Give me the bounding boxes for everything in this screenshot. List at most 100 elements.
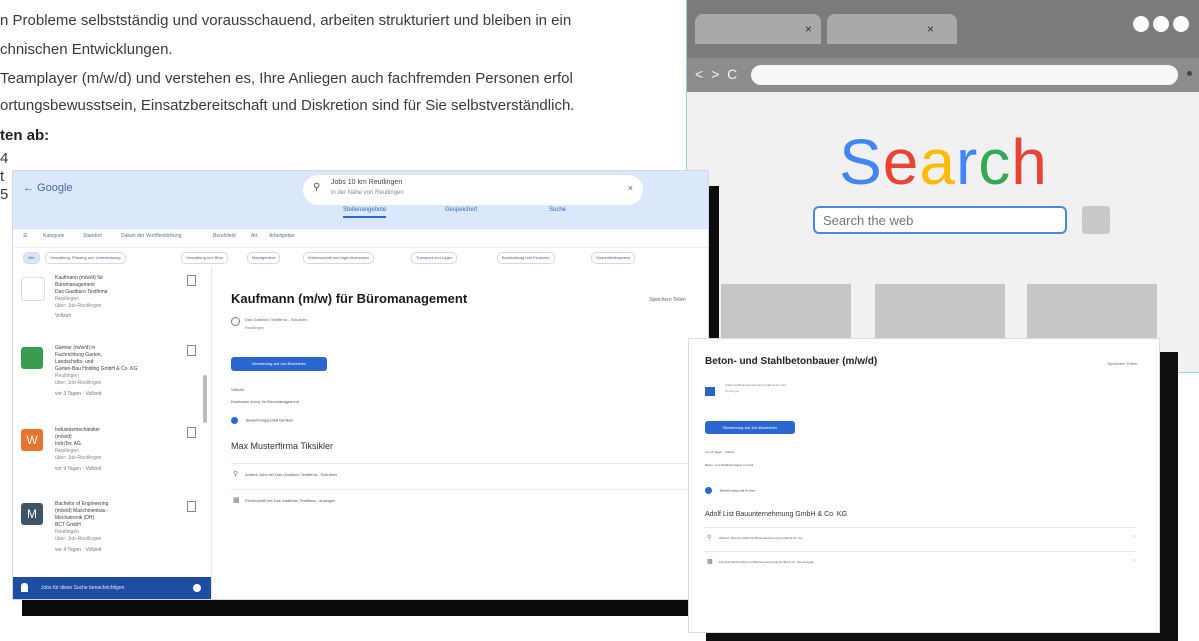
logo-letter: a bbox=[919, 126, 956, 198]
detail-link-label: Weitere Jobs bei Adolf List Bauunternehm… bbox=[719, 536, 803, 540]
company-logo-icon: W bbox=[21, 429, 43, 451]
chevron-right-icon: › bbox=[1133, 558, 1135, 564]
browser-tab[interactable]: × bbox=[827, 14, 957, 44]
web-search-input[interactable] bbox=[815, 208, 1081, 232]
job-card-source: über: Job-Reutlingen bbox=[55, 303, 102, 309]
filter-item[interactable]: Art bbox=[251, 233, 257, 239]
filter-bar: ☰ Kategorie Standort Datum der Veröffent… bbox=[13, 229, 708, 248]
chip[interactable]: Verwaltung und Büro bbox=[181, 252, 229, 264]
browser-window: × × < > C Search bbox=[686, 0, 1199, 373]
category-chips: Alle Verwaltung, Planung und Unterstützu… bbox=[13, 249, 708, 265]
filter-item[interactable]: Arbeitgeber bbox=[269, 233, 295, 239]
list-scrollbar[interactable] bbox=[203, 375, 207, 423]
browser-tab[interactable]: × bbox=[695, 14, 821, 44]
search-button[interactable] bbox=[1082, 206, 1110, 234]
firm-heading: Adolf List Bauunternehmung GmbH & Co. KG bbox=[705, 511, 848, 518]
job-card-title: Mechatronik (DH) bbox=[55, 515, 95, 521]
doc-line: n Probleme selbstständig und vorausschau… bbox=[0, 12, 572, 29]
company-profile-icon: ▩ bbox=[707, 559, 713, 565]
filter-item[interactable]: Standort bbox=[83, 233, 102, 239]
job-title: Beton- und Stahlbetonbauer (m/w/d) bbox=[705, 356, 878, 367]
search-logo: Search bbox=[687, 125, 1199, 199]
search-query: Jobs 10 km Reutlingen bbox=[331, 179, 403, 186]
job-card-title: Kaufmann (m/w/d) für bbox=[55, 275, 104, 281]
chip[interactable]: Gesundheitswesen bbox=[591, 252, 636, 264]
header-link-search[interactable]: Suche bbox=[549, 207, 566, 213]
logo-letter: h bbox=[1011, 126, 1048, 198]
selected-option[interactable]: Bewerbungsportal Denken bbox=[705, 487, 755, 494]
selected-option-label: Bewerbungsportal Denken bbox=[720, 488, 756, 493]
menu-icon[interactable] bbox=[1187, 71, 1192, 76]
alert-toggle[interactable] bbox=[193, 584, 201, 592]
selected-option-label: Bewerbungsportal Denken bbox=[246, 417, 294, 423]
chip[interactable]: Buchhaltung und Finanzen bbox=[497, 252, 555, 264]
job-card[interactable]: Kaufmann (m/w/d) für Büromanagement Das … bbox=[19, 275, 203, 335]
back-link[interactable]: ← Google bbox=[23, 182, 73, 194]
nav-buttons-icon[interactable]: < > C bbox=[695, 66, 739, 82]
selected-option[interactable]: Bewerbungsportal Denken bbox=[231, 417, 293, 424]
chevron-right-icon: › bbox=[1133, 534, 1135, 540]
search-icon: ⚲ bbox=[233, 471, 239, 478]
job-card[interactable]: Gärtner (m/w/d) in Fachrichtung Garten, … bbox=[19, 345, 203, 415]
job-meta: Vollzeit bbox=[231, 387, 244, 392]
filter-item[interactable]: Berufsfeld bbox=[213, 233, 236, 239]
job-card-badge: vor 9 Tagen · Vollzeit bbox=[55, 466, 102, 472]
job-card[interactable]: M Bachelor of Engineering (m/w/d) Maschi… bbox=[19, 501, 203, 571]
bookmark-icon[interactable] bbox=[187, 427, 196, 438]
window-control-icon[interactable] bbox=[1173, 16, 1189, 32]
chip[interactable]: Transport und Lager bbox=[411, 252, 458, 264]
company-profile-icon: ▩ bbox=[233, 497, 240, 504]
window-control-icon[interactable] bbox=[1133, 16, 1149, 32]
filter-item[interactable]: Datum der Veröffentlichung bbox=[121, 233, 182, 239]
doc-line: chnischen Entwicklungen. bbox=[0, 41, 173, 58]
job-card-location: Reutlingen bbox=[55, 373, 79, 379]
job-card-badge: vor 3 Tagen · Vollzeit bbox=[55, 391, 102, 397]
web-search-box[interactable] bbox=[813, 206, 1081, 234]
detail-link-row[interactable]: ⚲ Weitere Jobs bei Adolf List Bauunterne… bbox=[705, 527, 1135, 548]
close-tab-icon[interactable]: × bbox=[927, 22, 934, 36]
doc-line: Teamplayer (m/w/d) und verstehen es, Ihr… bbox=[0, 70, 573, 87]
chip[interactable]: Alle bbox=[23, 252, 40, 264]
job-card[interactable]: W Industriemechaniker (m/w/d) IndriTec A… bbox=[19, 427, 203, 489]
radio-icon bbox=[705, 487, 712, 494]
apply-button[interactable]: Bewerbung auf Job-Bewerben bbox=[231, 357, 327, 371]
company-icon bbox=[231, 317, 240, 326]
detail-link-label: Firmenprofil bei Adolf List Bauunternehm… bbox=[719, 560, 815, 564]
job-location: Reutlingen bbox=[245, 325, 265, 330]
chip[interactable]: Verwaltung, Planung und Unterstützung bbox=[45, 252, 126, 264]
logo-letter: S bbox=[839, 126, 883, 198]
filter-icon[interactable]: ☰ bbox=[23, 233, 27, 239]
apply-button[interactable]: Bewerbung auf Job-Bewerben bbox=[705, 421, 795, 434]
job-card-title: Landschafts- und bbox=[55, 359, 94, 365]
job-card-source: über: Job-Reutlingen bbox=[55, 536, 102, 542]
job-detail-window: Beton- und Stahlbetonbauer (m/w/d) Speic… bbox=[688, 338, 1160, 633]
detail-link-row[interactable]: ▩ Firmenprofil bei Adolf List Bauunterne… bbox=[705, 551, 1135, 572]
header-link-jobs[interactable]: Stellenangebote bbox=[343, 207, 387, 218]
clear-icon[interactable]: × bbox=[628, 183, 633, 193]
bookmark-icon[interactable] bbox=[187, 275, 196, 286]
job-card-title: Gärtner (m/w/d) in bbox=[55, 345, 96, 351]
doc-heading: ten ab: bbox=[0, 127, 50, 144]
chip[interactable]: Management bbox=[247, 252, 281, 264]
job-location: Reutlingen bbox=[725, 389, 740, 393]
header-link-saved[interactable]: Gespeichert bbox=[445, 207, 477, 213]
company-name: Das Gastbüro Testfirma - Schutzen bbox=[245, 317, 308, 322]
chip[interactable]: Wissenschaft und Ingenieurwesen bbox=[303, 252, 374, 264]
detail-link-label: Andere Jobs bei Das Gastbüro Testfirma -… bbox=[245, 472, 338, 477]
logo-letter: c bbox=[978, 126, 1012, 198]
filter-item[interactable]: Kategorie bbox=[43, 233, 64, 239]
company-logo-icon: M bbox=[21, 503, 43, 525]
job-card-title: Fachrichtung Garten, bbox=[55, 352, 102, 358]
job-alert-bar[interactable]: Jobs für diese Suche benachrichtigen bbox=[13, 577, 211, 599]
job-search-field[interactable]: ⚲ Jobs 10 km Reutlingen in der Nähe von … bbox=[303, 175, 643, 205]
bookmark-icon[interactable] bbox=[187, 345, 196, 356]
detail-link-row[interactable]: ▩ Firmenprofil bei Das Gastbüro Testfirm… bbox=[231, 489, 690, 510]
bookmark-icon[interactable] bbox=[187, 501, 196, 512]
close-tab-icon[interactable]: × bbox=[805, 22, 812, 36]
detail-link-row[interactable]: ⚲ Andere Jobs bei Das Gastbüro Testfirma… bbox=[231, 463, 690, 484]
window-control-icon[interactable] bbox=[1153, 16, 1169, 32]
save-share-actions[interactable]: Speichern Teilen bbox=[649, 297, 686, 303]
url-bar[interactable] bbox=[751, 65, 1178, 85]
job-app-header: ← Google ⚲ Jobs 10 km Reutlingen in der … bbox=[13, 171, 708, 229]
save-share-actions[interactable]: Speichern Teilen bbox=[1107, 361, 1137, 366]
